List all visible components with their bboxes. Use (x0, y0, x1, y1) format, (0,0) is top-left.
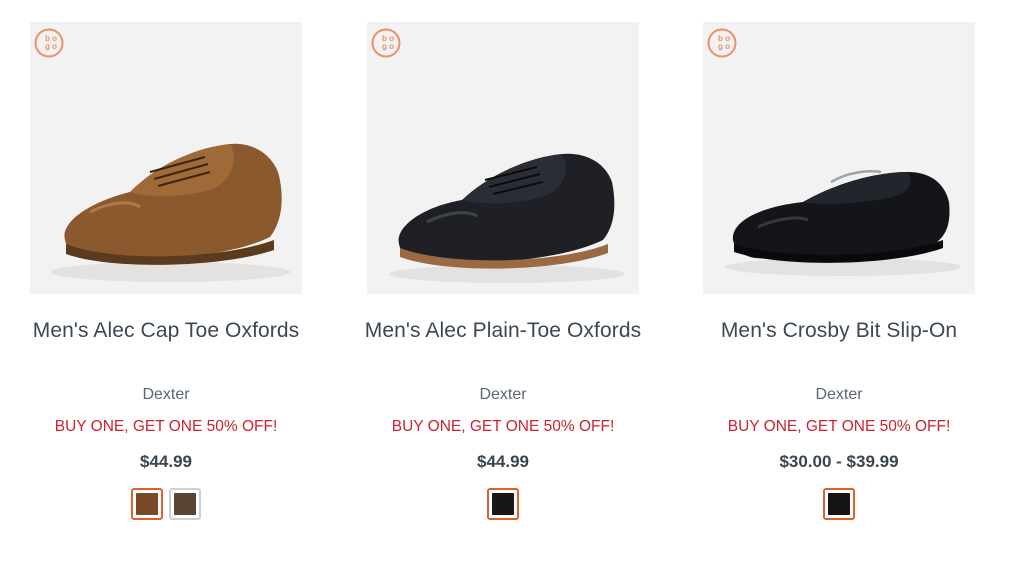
promo-text: BUY ONE, GET ONE 50% OFF! (727, 418, 951, 435)
color-swatches (367, 488, 639, 520)
color-swatch[interactable] (169, 488, 201, 520)
color-swatch[interactable] (823, 488, 855, 520)
promo-text: BUY ONE, GET ONE 50% OFF! (54, 418, 278, 435)
slip-on-shoe-image (725, 170, 961, 276)
product-image[interactable]: b o g o (703, 22, 975, 294)
product-card: b o g o Men's Alec Cap Toe Oxfords Dexte… (30, 22, 302, 520)
color-swatch[interactable] (131, 488, 163, 520)
oxford-shoe-image (389, 153, 625, 283)
color-swatches (703, 488, 975, 520)
promo-text: BUY ONE, GET ONE 50% OFF! (391, 418, 615, 435)
product-price: $44.99 (477, 452, 529, 471)
product-card: b o g o Men's Crosby Bit Slip-On Dexter … (703, 22, 975, 520)
product-brand: Dexter (479, 386, 527, 403)
product-image[interactable]: b o g o (30, 22, 302, 294)
product-card: b o g o Men's Alec Plain-Toe Oxfords Dex… (365, 22, 641, 520)
product-price: $44.99 (140, 452, 192, 471)
color-swatches (30, 488, 302, 520)
product-grid: b o g o Men's Alec Cap Toe Oxfords Dexte… (0, 0, 1024, 565)
product-image[interactable]: b o g o (367, 22, 639, 294)
product-name[interactable]: Men's Alec Cap Toe Oxfords (10, 319, 322, 343)
product-name[interactable]: Men's Crosby Bit Slip-On (683, 319, 995, 343)
oxford-shoe-image (50, 143, 290, 282)
color-swatch[interactable] (487, 488, 519, 520)
product-brand: Dexter (815, 386, 863, 403)
product-brand: Dexter (142, 386, 190, 403)
product-name[interactable]: Men's Alec Plain-Toe Oxfords (347, 319, 659, 343)
product-price: $30.00 - $39.99 (779, 452, 899, 471)
